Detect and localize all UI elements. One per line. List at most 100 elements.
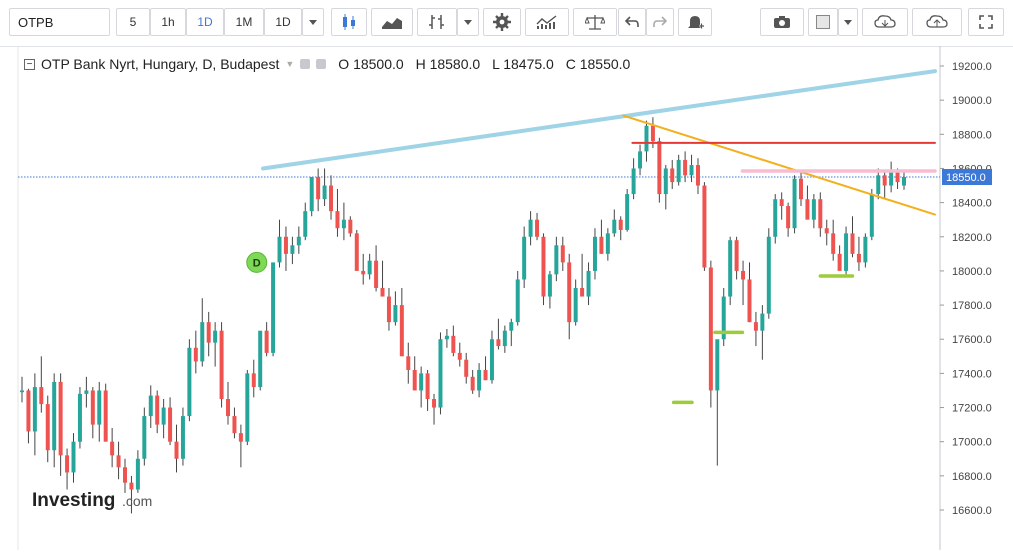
y-tick-label: 18400.0 (952, 198, 992, 210)
candle-body (425, 373, 430, 399)
candle-body (393, 305, 398, 323)
y-tick-label: 18800.0 (952, 129, 992, 141)
candle-body (412, 369, 417, 391)
redo-icon[interactable] (646, 8, 674, 36)
candle-body (348, 219, 353, 234)
y-tick-label: 17200.0 (952, 403, 992, 415)
undo-icon[interactable] (618, 8, 646, 36)
candle-body (354, 233, 359, 271)
candle-body (876, 175, 881, 195)
chart-legend: − OTP Bank Nyrt, Hungary, D, Budapest ▼ … (24, 56, 638, 72)
alert-bell-icon[interactable] (678, 8, 712, 36)
ohlc-values: O 18500.0 H 18580.0 L 18475.0 C 18550.0 (338, 56, 638, 72)
candle-body (26, 390, 31, 432)
candle-body (399, 305, 404, 357)
candle-body (625, 194, 630, 230)
interval-1m-button[interactable]: 1M (224, 8, 264, 36)
visibility-eye-icon[interactable] (300, 59, 311, 69)
interval-1h-button[interactable]: 1h (150, 8, 186, 36)
camera-icon[interactable] (760, 8, 804, 36)
candle-body (296, 236, 301, 246)
candle-body (541, 236, 546, 297)
candle-body (779, 199, 784, 207)
candle-body (850, 233, 855, 254)
candle-body (432, 399, 437, 408)
candle-body (258, 330, 263, 388)
area-chart-icon[interactable] (371, 8, 413, 36)
candle-body (786, 206, 791, 229)
title-caret-icon[interactable]: ▼ (285, 59, 294, 69)
candle-body (612, 219, 617, 234)
interval-dropdown[interactable]: 1D (264, 8, 302, 36)
upper-trendline (261, 69, 937, 171)
candle-body (509, 322, 514, 331)
bars-icon[interactable] (417, 8, 457, 36)
candle-body (798, 178, 803, 200)
candle-body (869, 194, 874, 237)
chart-area[interactable]: 19200.019000.018800.018600.018400.018200… (0, 46, 1013, 550)
candle-body (856, 253, 861, 263)
candle-body (309, 177, 314, 212)
cloud-load-icon[interactable] (862, 8, 908, 36)
candle-body (753, 322, 758, 331)
layout-caret-icon[interactable] (838, 8, 858, 36)
candle-body (374, 260, 379, 288)
candle-body (335, 211, 340, 229)
candle-body (174, 441, 179, 459)
candle-body (161, 407, 166, 425)
settings-gear-icon[interactable] (483, 8, 521, 36)
candle-body (554, 245, 559, 275)
candle-body (689, 165, 694, 176)
interval-caret-icon[interactable] (302, 8, 324, 36)
y-tick-label: 17400.0 (952, 368, 992, 380)
candle-body (444, 335, 449, 340)
interval-1d-button[interactable]: 1D (186, 8, 224, 36)
low-value: L 18475.0 (492, 56, 554, 72)
candle-body (657, 141, 662, 195)
chart-type-caret-icon[interactable] (457, 8, 479, 36)
investing-logo: Investing (32, 490, 115, 511)
collapse-legend-icon[interactable]: − (24, 58, 35, 70)
y-tick-label: 19200.0 (952, 61, 992, 73)
expand-icon[interactable] (968, 8, 1004, 36)
candle-body (200, 322, 205, 362)
candle-body (187, 347, 192, 417)
candle-body (52, 381, 57, 451)
candle-body (747, 279, 752, 323)
candle-body (605, 233, 610, 254)
candle-body (45, 404, 50, 451)
candle-body (264, 330, 269, 353)
candle-body (708, 267, 713, 391)
candle-body (760, 313, 765, 331)
candle-body (831, 233, 836, 254)
cloud-save-icon[interactable] (912, 8, 962, 36)
symbol-input[interactable]: OTPB (9, 8, 110, 36)
candle-body (702, 185, 707, 268)
fullscreen-box-icon[interactable] (808, 8, 838, 36)
candle-body (245, 373, 250, 442)
candle-body (805, 199, 810, 220)
candle-body (502, 330, 507, 347)
candle-body (902, 177, 906, 186)
candles-icon[interactable] (331, 8, 367, 36)
candle-body (715, 339, 720, 391)
candle-body (483, 369, 488, 381)
candle-body (631, 168, 636, 195)
candle-body (824, 228, 829, 234)
candle-body (238, 433, 243, 442)
candle-body (470, 376, 475, 391)
compare-scale-icon[interactable] (573, 8, 617, 36)
price-chart[interactable]: 19200.019000.018800.018600.018400.018200… (0, 46, 1013, 550)
candle-body (638, 151, 643, 169)
candle-body (895, 171, 900, 183)
y-tick-label: 16800.0 (952, 471, 992, 483)
indicators-icon[interactable] (525, 8, 569, 36)
candle-body (180, 416, 185, 459)
interval-5m-button[interactable]: 5 (116, 8, 150, 36)
candle-body (84, 390, 89, 394)
candle-body (773, 199, 778, 237)
candle-body (863, 236, 868, 263)
candle-body (322, 185, 327, 200)
candle-body (232, 416, 237, 434)
series-settings-icon[interactable] (316, 59, 327, 69)
